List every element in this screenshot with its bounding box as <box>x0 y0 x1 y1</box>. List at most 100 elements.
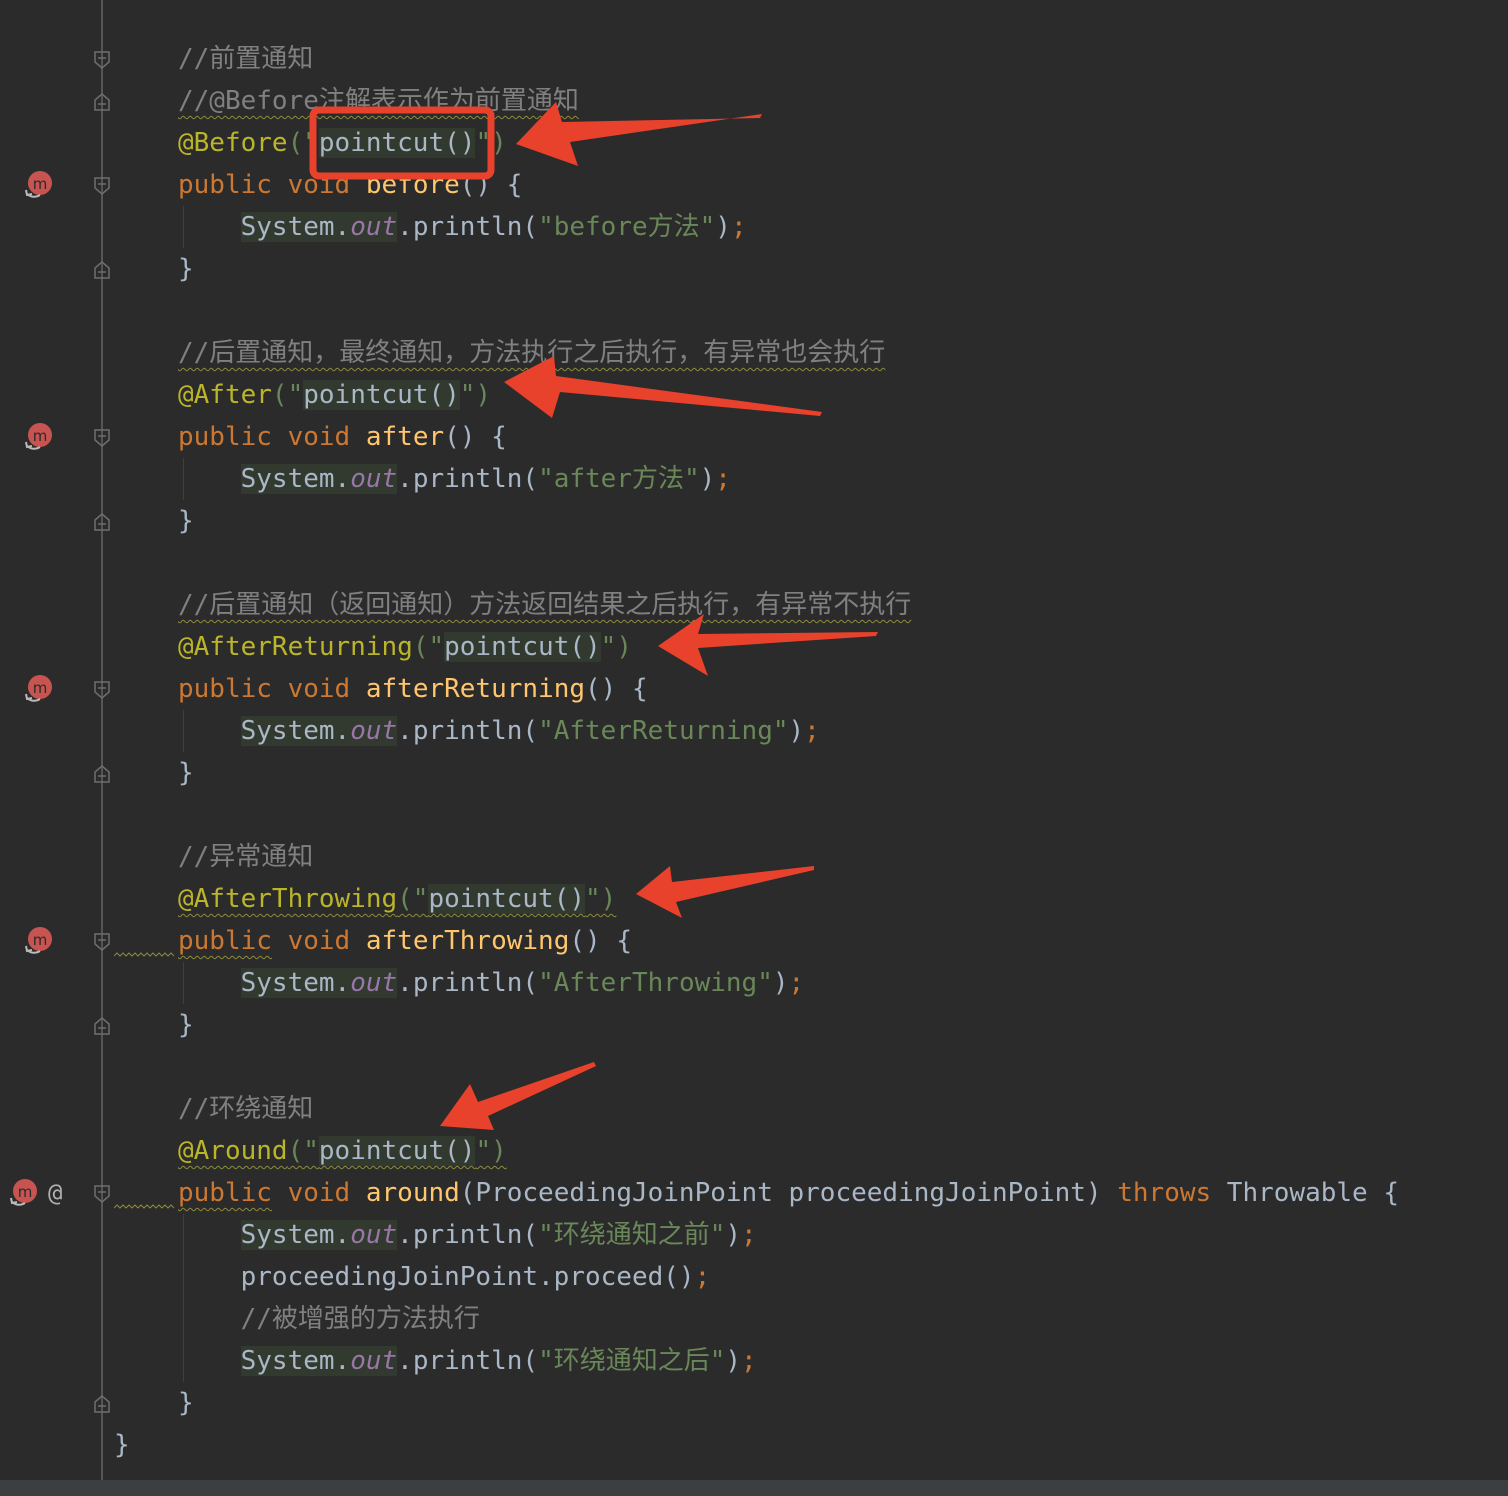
method-override-icon[interactable]: m <box>23 672 57 706</box>
fold-marker-icon[interactable] <box>94 51 110 69</box>
code-token: ; <box>715 464 731 494</box>
code-token: System <box>240 968 335 998</box>
code-line-brace[interactable]: } <box>178 500 194 542</box>
code-line-annotation[interactable]: @Before("pointcut()") <box>178 122 507 164</box>
code-line-comment[interactable]: //环绕通知 <box>178 1088 313 1130</box>
code-line-brace[interactable]: } <box>178 1004 194 1046</box>
code-token: .println( <box>397 1220 539 1250</box>
code-token: "AfterReturning" <box>538 716 789 746</box>
code-token: //@Before注解表示作为前置通知 <box>178 86 579 116</box>
code-line-comment[interactable]: //@Before注解表示作为前置通知 <box>178 80 579 122</box>
code-token: } <box>178 506 194 536</box>
code-token: System <box>240 716 335 746</box>
code-token: } <box>178 1010 194 1040</box>
code-token: ") <box>475 1136 507 1166</box>
code-token: .println( <box>397 212 539 242</box>
code-token: ; <box>730 212 747 242</box>
code-token: //环绕通知 <box>178 1094 314 1124</box>
code-line-comment[interactable]: //异常通知 <box>178 836 313 878</box>
code-token: @AfterReturning <box>178 632 413 662</box>
code-token: around <box>365 1178 460 1208</box>
code-line-statement[interactable]: System.out.println("环绕通知之后"); <box>178 1340 757 1382</box>
fold-marker-icon[interactable] <box>94 933 110 951</box>
code-token: "环绕通知之前" <box>538 1220 726 1250</box>
code-line-statement[interactable]: System.out.println("AfterReturning"); <box>178 710 820 752</box>
code-token: .println( <box>397 464 539 494</box>
code-token: out <box>350 1220 398 1250</box>
code-line-comment[interactable]: //后置通知（返回通知）方法返回结果之后执行，有异常不执行 <box>178 584 911 626</box>
code-line-method-decl[interactable]: public void afterThrowing() { <box>178 920 632 962</box>
code-token: System <box>240 212 335 242</box>
code-line-statement[interactable]: System.out.println("after方法"); <box>178 458 731 500</box>
method-override-icon[interactable]: m <box>23 924 57 958</box>
code-token: @AfterThrowing <box>178 884 398 914</box>
at-icon[interactable]: @ <box>48 1178 62 1208</box>
code-line-annotation[interactable]: @After("pointcut()") <box>178 374 491 416</box>
svg-text:m: m <box>33 427 48 445</box>
code-token: void <box>287 1178 351 1208</box>
code-token: pointcut() <box>444 632 601 662</box>
method-override-icon[interactable]: m <box>23 168 57 202</box>
svg-text:m: m <box>33 175 48 193</box>
fold-marker-icon[interactable] <box>94 261 110 279</box>
code-line-annotation[interactable]: @AfterReturning("pointcut()") <box>178 626 632 668</box>
code-token: public <box>178 422 272 452</box>
code-token: . <box>334 1346 351 1376</box>
code-token: () { <box>569 926 632 956</box>
code-token: //后置通知，最终通知，方法执行之后执行，有异常也会执行 <box>178 338 886 368</box>
code-token: afterReturning <box>365 674 586 704</box>
code-line-statement[interactable]: System.out.println("环绕通知之前"); <box>178 1214 757 1256</box>
code-line-method-decl[interactable]: public void around(ProceedingJoinPoint p… <box>178 1172 1399 1214</box>
fold-marker-icon[interactable] <box>94 681 110 699</box>
code-token: out <box>350 968 398 998</box>
code-token: pointcut() <box>318 1136 476 1166</box>
code-line-class-brace[interactable]: } <box>114 1424 130 1466</box>
code-token: void <box>287 674 351 704</box>
code-token: . <box>334 464 351 494</box>
code-line-statement[interactable]: proceedingJoinPoint.proceed(); <box>178 1256 711 1298</box>
code-line-statement[interactable]: System.out.println("AfterThrowing"); <box>178 962 804 1004</box>
method-override-icon[interactable]: m <box>23 420 57 454</box>
method-override-icon[interactable]: m <box>8 1176 42 1210</box>
fold-marker-icon[interactable] <box>94 513 110 531</box>
code-token: "after方法" <box>538 464 700 494</box>
code-line-statement[interactable]: System.out.println("before方法"); <box>178 206 747 248</box>
code-line-comment[interactable]: //前置通知 <box>178 38 313 80</box>
code-line-comment[interactable]: //被增强的方法执行 <box>178 1298 480 1340</box>
code-line-annotation[interactable]: @Around("pointcut()") <box>178 1130 507 1172</box>
fold-marker-icon[interactable] <box>94 1017 110 1035</box>
code-token: pointcut() <box>303 380 460 410</box>
code-line-comment[interactable]: //后置通知，最终通知，方法执行之后执行，有异常也会执行 <box>178 332 885 374</box>
code-line-brace[interactable]: } <box>178 248 194 290</box>
code-token: . <box>334 968 351 998</box>
fold-marker-icon[interactable] <box>94 93 110 111</box>
code-line-annotation[interactable]: @AfterThrowing("pointcut()") <box>178 878 616 920</box>
code-line-brace[interactable]: } <box>178 1382 194 1424</box>
code-line-brace[interactable]: } <box>178 752 194 794</box>
fold-marker-icon[interactable] <box>94 1395 110 1413</box>
fold-marker-icon[interactable] <box>94 177 110 195</box>
code-token: ") <box>600 632 632 662</box>
code-editor[interactable]: m m m m m @ //前置通知 //@Before注解表示作为前置通知 @… <box>0 0 1508 1480</box>
fold-marker-icon[interactable] <box>94 765 110 783</box>
code-line-method-decl[interactable]: public void before() { <box>178 164 522 206</box>
fold-marker-icon[interactable] <box>94 1185 110 1203</box>
code-token: (ProceedingJoinPoint proceedingJoinPoint… <box>459 1178 1118 1208</box>
code-token: (" <box>412 632 445 662</box>
code-line-method-decl[interactable]: public void after() { <box>178 416 507 458</box>
code-token: "环绕通知之后" <box>538 1346 726 1376</box>
code-token: //后置通知（返回通知）方法返回结果之后执行，有异常不执行 <box>178 590 912 620</box>
code-token: ) <box>725 1346 742 1376</box>
code-token: (" <box>271 380 304 410</box>
fold-marker-icon[interactable] <box>94 429 110 447</box>
code-line-method-decl[interactable]: public void afterReturning() { <box>178 668 648 710</box>
code-token: //前置通知 <box>178 44 314 74</box>
